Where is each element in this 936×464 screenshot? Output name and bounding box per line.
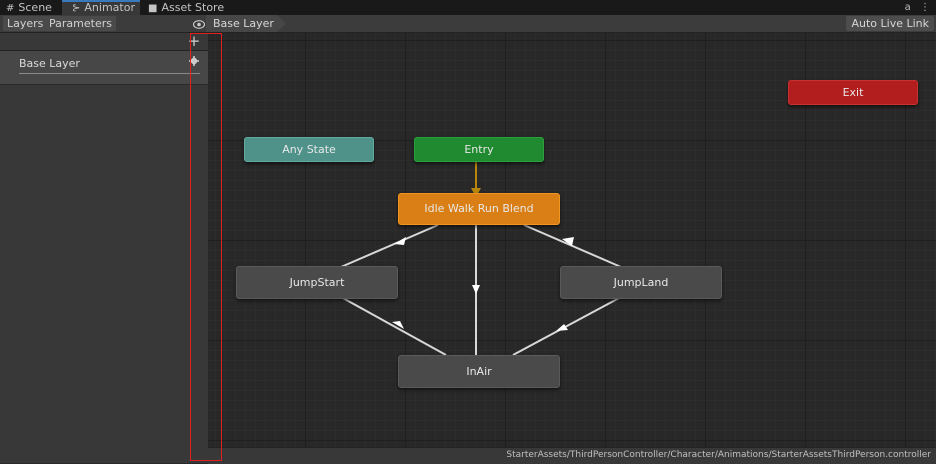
shopping-bag-icon: ■: [148, 3, 158, 14]
transition-arrow-to-jumpland-bottom: [556, 324, 568, 331]
breadcrumb-base-layer[interactable]: Base Layer: [206, 15, 286, 32]
state-idle-walk-run-blend[interactable]: Idle Walk Run Blend: [398, 193, 560, 225]
controller-path: StarterAssets/ThirdPersonController/Char…: [506, 450, 931, 460]
window-controls: a ⋮: [905, 0, 930, 15]
tab-asset-store-label: Asset Store: [161, 1, 225, 14]
layers-tab-button[interactable]: Layers: [3, 16, 48, 31]
eye-icon[interactable]: [192, 16, 206, 31]
lock-icon[interactable]: a: [905, 2, 911, 13]
highlight-box: [190, 33, 222, 461]
layer-weight-underline: [19, 73, 200, 74]
editor-tab-bar: # Scene ⊱ Animator ■ Asset Store a ⋮: [0, 0, 936, 15]
tab-animator-label: Animator: [84, 1, 135, 14]
state-entry[interactable]: Entry: [414, 137, 544, 162]
scene-grid-icon: #: [6, 3, 15, 14]
kebab-menu-icon[interactable]: ⋮: [920, 2, 930, 13]
state-jumpstart[interactable]: JumpStart: [236, 266, 398, 299]
transition-jumpland-idle[interactable]: [523, 224, 622, 268]
transition-inair-jumpland[interactable]: [512, 296, 622, 356]
status-bar: StarterAssets/ThirdPersonController/Char…: [208, 447, 936, 464]
state-any-state[interactable]: Any State: [244, 137, 374, 162]
transition-arrow-down: [472, 285, 480, 294]
tab-scene-label: Scene: [18, 1, 52, 14]
animator-toolbar: Layers Parameters Base Layer Auto Live L…: [0, 15, 936, 33]
transition-jumpstart-idle[interactable]: [340, 224, 439, 268]
tab-scene[interactable]: # Scene: [6, 0, 52, 15]
layer-item-base-layer[interactable]: Base Layer: [0, 51, 208, 85]
state-inair[interactable]: InAir: [398, 355, 560, 388]
state-exit[interactable]: Exit: [788, 80, 918, 105]
state-jumpland[interactable]: JumpLand: [560, 266, 722, 299]
animator-icon: ⊱: [72, 3, 81, 14]
tab-animator[interactable]: ⊱ Animator: [62, 0, 140, 15]
transition-jumpstart-inair[interactable]: [340, 296, 447, 356]
tab-asset-store[interactable]: ■ Asset Store: [148, 0, 224, 15]
parameters-tab-button[interactable]: Parameters: [45, 16, 116, 31]
layer-name-label: Base Layer: [19, 57, 80, 70]
auto-live-link-button[interactable]: Auto Live Link: [846, 16, 934, 31]
transition-arrow-to-idle-left: [394, 237, 406, 245]
state-machine-graph[interactable]: Exit Any State Entry Idle Walk Run Blend…: [208, 33, 936, 447]
layers-panel: + Base Layer: [0, 33, 208, 463]
